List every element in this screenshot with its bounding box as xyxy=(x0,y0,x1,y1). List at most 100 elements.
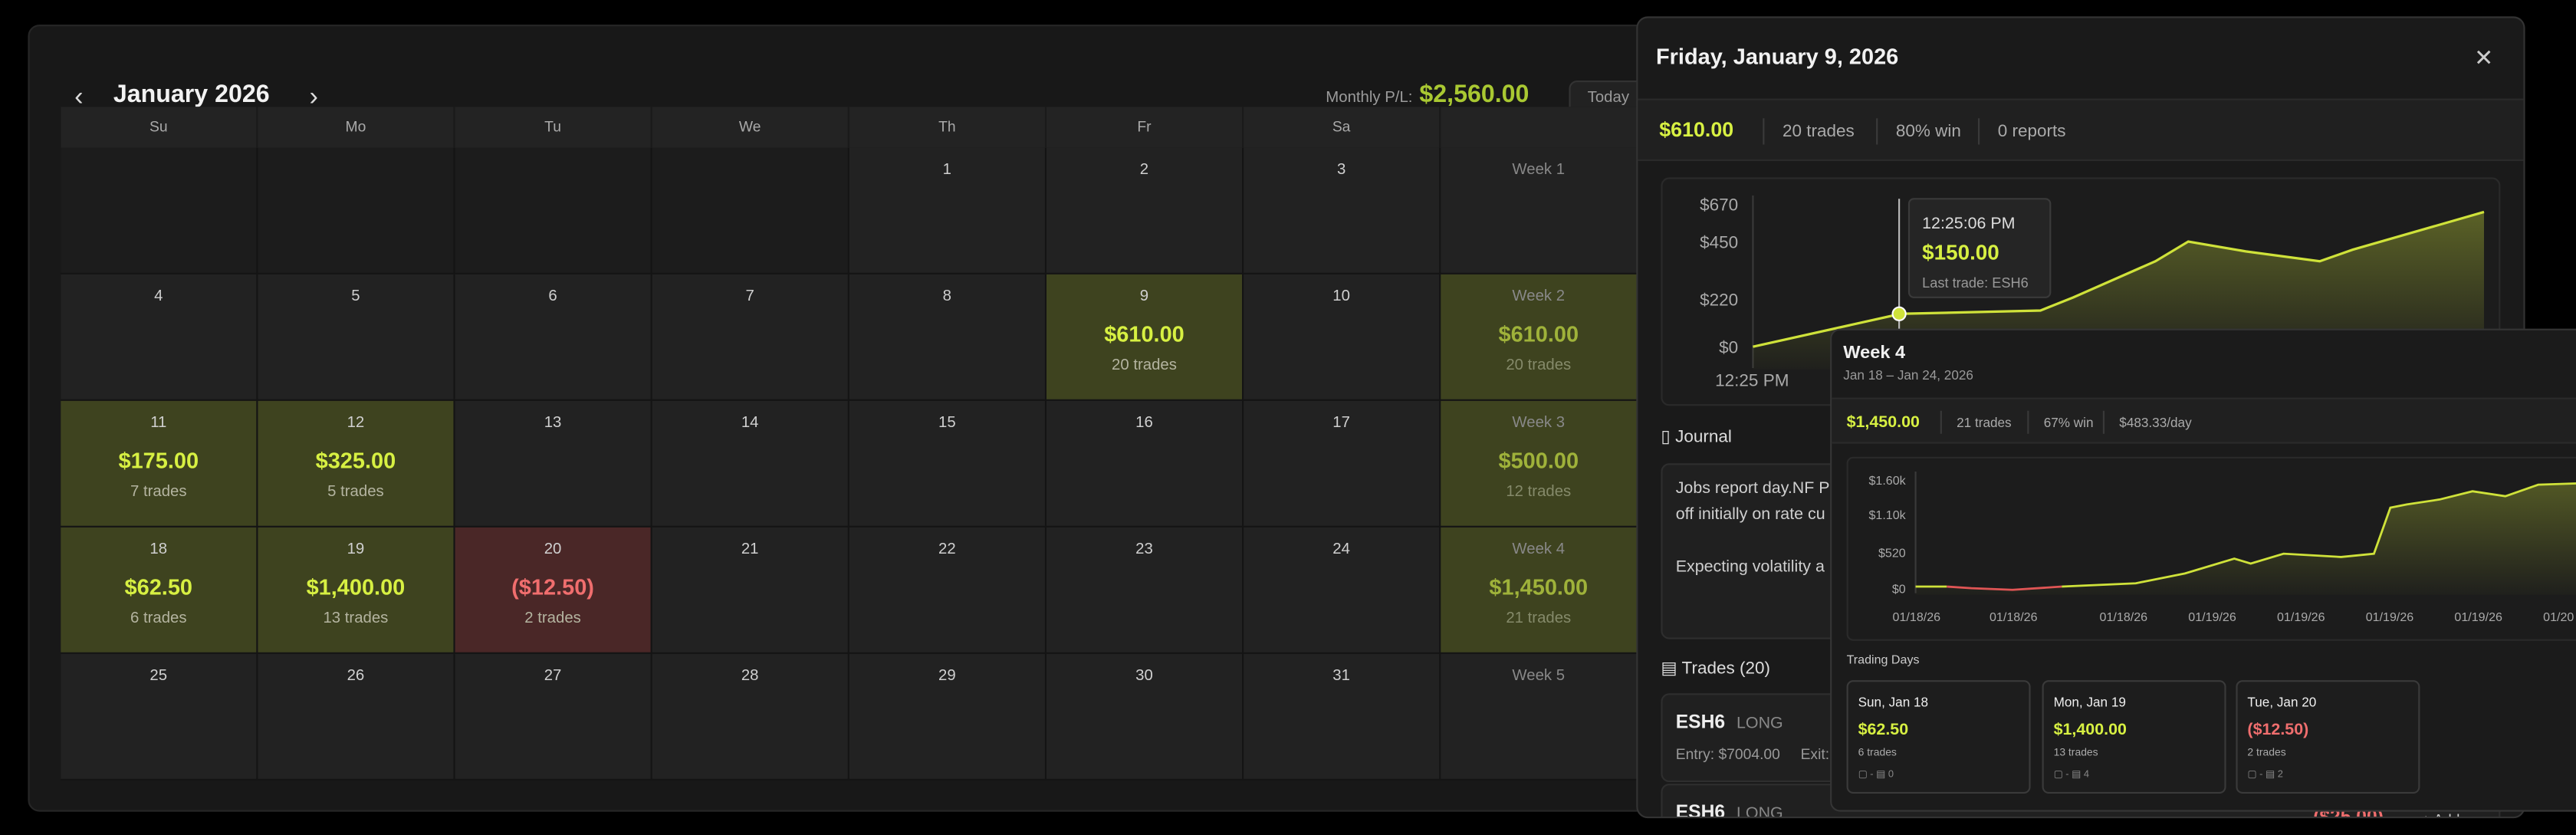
day-cell[interactable]: 17 xyxy=(1244,400,1440,526)
day-pl: $610.00 xyxy=(1659,118,1734,142)
day-number: 8 xyxy=(942,288,952,306)
day-trade-count: 5 trades xyxy=(327,483,384,501)
day-number: 2 xyxy=(1139,161,1149,179)
day-cell[interactable]: 26 xyxy=(258,653,454,779)
day-number: 19 xyxy=(347,541,365,559)
day-cell[interactable]: 29 xyxy=(849,653,1045,779)
monthly-pl-label: Monthly P/L: xyxy=(1326,88,1413,107)
day-trade-count: 7 trades xyxy=(130,483,187,501)
day-cell[interactable]: 14 xyxy=(652,400,848,526)
day-cell[interactable]: 28 xyxy=(652,653,848,779)
close-button[interactable]: ✕ xyxy=(2474,44,2493,72)
svg-text:01/18/26: 01/18/26 xyxy=(2100,610,2148,624)
day-pl: $175.00 xyxy=(118,449,199,474)
day-cell[interactable]: 4 xyxy=(61,274,257,399)
day-pl: $610.00 xyxy=(1104,322,1184,347)
day-cell[interactable] xyxy=(61,147,257,273)
day-cell[interactable] xyxy=(652,147,848,273)
y-tick: $0 xyxy=(1719,338,1738,357)
y-tick: $450 xyxy=(1700,233,1738,252)
day-trade-count: 20 trades xyxy=(1112,357,1177,375)
week-trades: 21 trades xyxy=(1957,416,2012,431)
day-cell[interactable]: 21 xyxy=(652,527,848,653)
close-icon: ✕ xyxy=(2474,44,2494,71)
week-per-day: $483.33/day xyxy=(2119,416,2192,431)
weekday-header: Sa xyxy=(1244,107,1441,148)
week-detail-panel: Week 4 Jan 18 – Jan 24, 2026 $1,450.00 2… xyxy=(1830,328,2576,812)
day-cell[interactable]: 5 xyxy=(258,274,454,399)
day-cell[interactable]: 25 xyxy=(61,653,257,779)
day-number: 28 xyxy=(741,667,759,685)
day-cell[interactable] xyxy=(258,147,454,273)
day-cell[interactable]: 11 $175.00 7 trades xyxy=(61,400,257,526)
week-label: Week 5 xyxy=(1512,667,1566,685)
day-cell[interactable]: 6 xyxy=(455,274,651,399)
day-cell[interactable]: 12 $325.00 5 trades xyxy=(258,400,454,526)
day-number: 18 xyxy=(150,541,168,559)
day-pl: ($12.50) xyxy=(511,575,594,600)
day-cell[interactable]: 27 xyxy=(455,653,651,779)
calendar-grid: Su Mo Tu We Th Fr Sa 1 2 3 Week 1 4 5 6 7 8 9 $610.00 20 t… xyxy=(61,107,1686,781)
day-cell[interactable]: 8 xyxy=(849,274,1045,399)
weekday-header: Mo xyxy=(258,107,455,148)
day-cell[interactable]: 15 xyxy=(849,400,1045,526)
day-number: 17 xyxy=(1332,414,1350,432)
week-equity-chart: $1.60k $1.10k $520 $0 01/18/26 01/18/26 … xyxy=(1846,456,2576,641)
svg-text:01/19/26: 01/19/26 xyxy=(2277,610,2325,624)
week-label: Week 4 xyxy=(1512,541,1566,559)
day-number: 23 xyxy=(1135,541,1153,559)
day-cell[interactable]: 2 xyxy=(1046,147,1242,273)
svg-text:$0: $0 xyxy=(1892,583,1906,597)
week-label: Week 1 xyxy=(1512,161,1566,179)
week-label: Week 3 xyxy=(1512,414,1566,432)
day-number: 26 xyxy=(347,667,365,685)
day-number: 15 xyxy=(938,414,956,432)
hover-point xyxy=(1891,306,1907,321)
day-number: 1 xyxy=(942,161,952,179)
svg-text:01/19/26: 01/19/26 xyxy=(2366,610,2414,624)
day-cell[interactable]: 31 xyxy=(1244,653,1440,779)
svg-text:01/18/26: 01/18/26 xyxy=(1893,610,1941,624)
day-cell[interactable]: 30 xyxy=(1046,653,1242,779)
day-number: 14 xyxy=(741,414,759,432)
day-cell[interactable]: 16 xyxy=(1046,400,1242,526)
day-panel-title: Friday, January 9, 2026 xyxy=(1656,44,1899,69)
day-cell[interactable]: 3 xyxy=(1244,147,1440,273)
tooltip-time: 12:25:06 PM xyxy=(1922,214,2015,232)
day-cell[interactable]: 23 xyxy=(1046,527,1242,653)
week-pl: $1,450.00 xyxy=(1489,575,1589,600)
day-number: 20 xyxy=(544,541,562,559)
trades-header: ▤ Trades (20) xyxy=(1661,659,1771,679)
day-cell[interactable]: 10 xyxy=(1244,274,1440,399)
day-cell[interactable]: 20 ($12.50) 2 trades xyxy=(455,527,651,653)
day-pl: $62.50 xyxy=(124,575,193,600)
trading-day-card[interactable]: Sun, Jan 18 $62.50 6 trades ▢ - ▤ 0 xyxy=(1846,680,2031,794)
day-cell[interactable]: 7 xyxy=(652,274,848,399)
day-trades: 20 trades xyxy=(1783,121,1855,142)
day-stats-bar: $610.00 20 trades 80% win 0 reports xyxy=(1638,98,2524,161)
file-icon: ▤ xyxy=(1661,659,1677,679)
day-cell[interactable]: 9 $610.00 20 trades xyxy=(1046,274,1242,399)
trading-day-card[interactable]: Mon, Jan 19 $1,400.00 13 trades ▢ - ▤ 4 xyxy=(2042,680,2226,794)
week-range: Jan 18 – Jan 24, 2026 xyxy=(1843,368,1973,383)
trading-days-label: Trading Days xyxy=(1846,652,1920,667)
day-cell[interactable]: 18 $62.50 6 trades xyxy=(61,527,257,653)
day-cell[interactable]: 22 xyxy=(849,527,1045,653)
day-pl: $325.00 xyxy=(315,449,396,474)
y-tick: $220 xyxy=(1700,291,1738,310)
day-number: 27 xyxy=(544,667,562,685)
week-trade-count: 21 trades xyxy=(1506,610,1572,628)
day-cell[interactable]: 19 $1,400.00 13 trades xyxy=(258,527,454,653)
day-cell[interactable]: 1 xyxy=(849,147,1045,273)
week-panel-title: Week 4 xyxy=(1843,343,1906,363)
day-trade-count: 13 trades xyxy=(323,610,389,628)
day-number: 24 xyxy=(1332,541,1350,559)
day-cell[interactable] xyxy=(455,147,651,273)
trading-day-card[interactable]: Tue, Jan 20 ($12.50) 2 trades ▢ - ▤ 2 xyxy=(2236,680,2420,794)
add-button[interactable]: + Add xyxy=(2422,812,2460,817)
day-number: 11 xyxy=(150,414,167,432)
day-cell[interactable]: 13 xyxy=(455,400,651,526)
day-reports: 0 reports xyxy=(1997,121,2066,142)
day-cell[interactable]: 24 xyxy=(1244,527,1440,653)
day-number: 25 xyxy=(150,667,168,685)
